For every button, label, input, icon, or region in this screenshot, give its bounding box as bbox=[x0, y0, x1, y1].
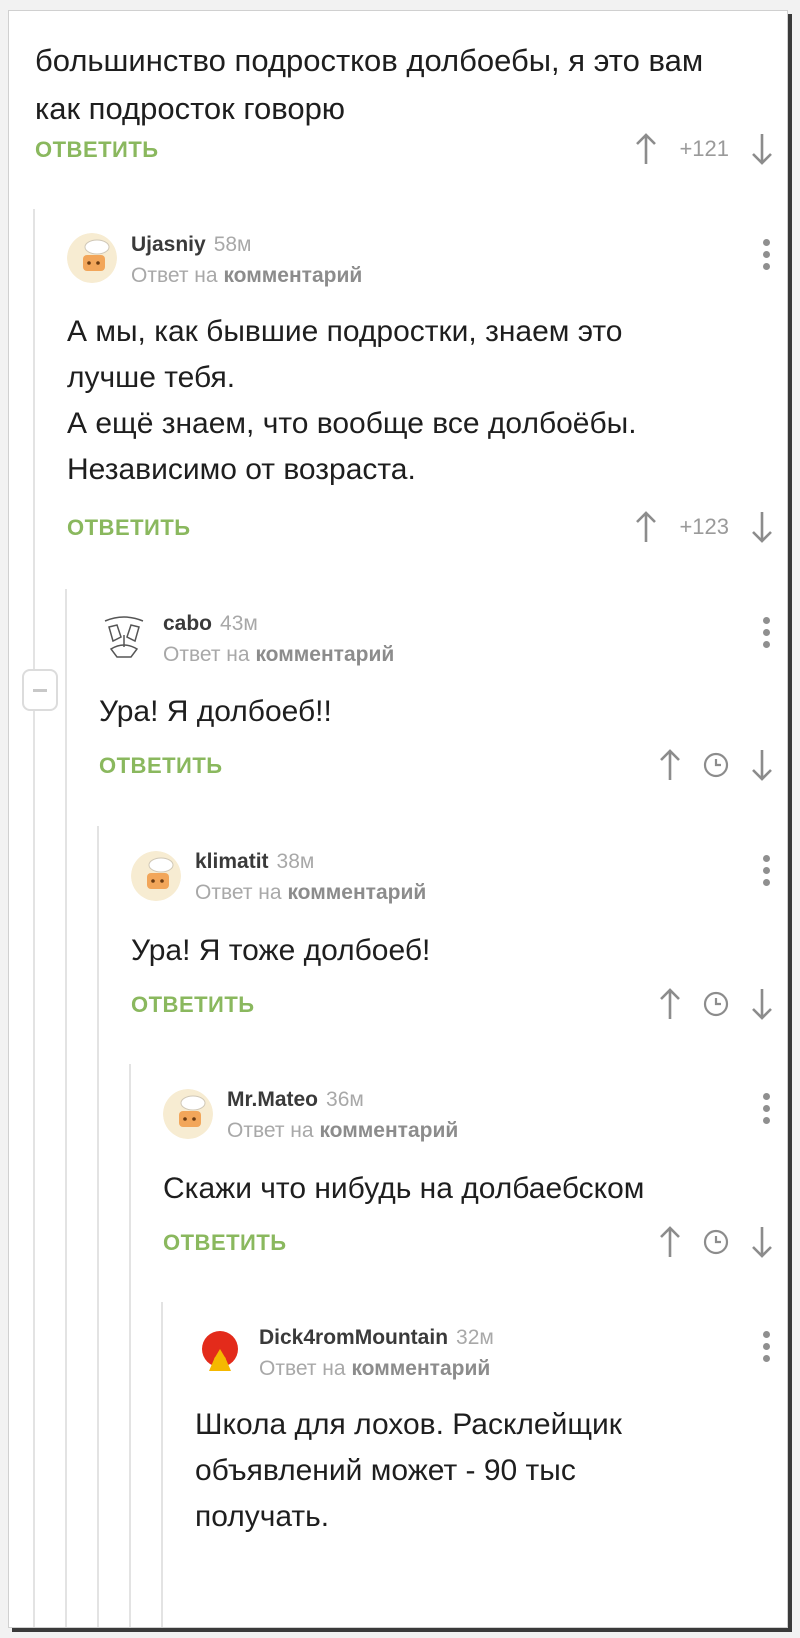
comment-time: 36м bbox=[326, 1088, 364, 1111]
author-name[interactable]: cabo 43м bbox=[163, 612, 258, 636]
thread-line bbox=[129, 1064, 131, 1627]
downvote-arrow-icon[interactable] bbox=[751, 748, 773, 782]
reply-to-info: Ответ на комментарий bbox=[259, 1357, 491, 1380]
vote-controls bbox=[659, 745, 773, 785]
sketch-face-avatar-icon[interactable] bbox=[99, 611, 149, 661]
reply-to-link[interactable]: комментарий bbox=[287, 881, 426, 904]
chef-hat-avatar-icon[interactable] bbox=[163, 1089, 213, 1139]
reply-to-info: Ответ на комментарий bbox=[195, 881, 427, 904]
thread-line bbox=[161, 1302, 163, 1627]
author-name[interactable]: klimatit 38м bbox=[195, 850, 314, 874]
reply-to-link[interactable]: комментарий bbox=[319, 1119, 458, 1142]
clock-icon bbox=[703, 752, 729, 778]
reply-to-link[interactable]: комментарий bbox=[223, 264, 362, 287]
thread-line bbox=[33, 209, 35, 1627]
comment-text: Школа для лохов. Расклейщик объявлений м… bbox=[195, 1408, 622, 1533]
thread-line bbox=[65, 589, 67, 1627]
upvote-arrow-icon[interactable] bbox=[659, 987, 681, 1021]
reply-button[interactable]: ОТВЕТИТЬ bbox=[131, 992, 255, 1018]
author-name[interactable]: Mr.Mateo 36м bbox=[227, 1088, 364, 1112]
vote-controls: +121 bbox=[635, 129, 773, 169]
reply-button[interactable]: ОТВЕТИТЬ bbox=[67, 515, 191, 541]
comment-text: Скажи что нибудь на долбаебском bbox=[163, 1172, 645, 1205]
downvote-arrow-icon[interactable] bbox=[751, 132, 773, 166]
author-name[interactable]: Ujasniy 58м bbox=[131, 233, 252, 257]
chef-hat-avatar-icon[interactable] bbox=[67, 233, 117, 283]
comment-text: Ура! Я тоже долбоеб! bbox=[131, 934, 431, 967]
downvote-arrow-icon[interactable] bbox=[751, 1225, 773, 1259]
comment-thread-card: большинство подростков долбоебы, я это в… bbox=[8, 10, 788, 1628]
reply-button[interactable]: ОТВЕТИТЬ bbox=[35, 137, 159, 163]
reply-to-info: Ответ на комментарий bbox=[163, 643, 395, 666]
reply-to-info: Ответ на комментарий bbox=[227, 1119, 459, 1142]
vote-controls bbox=[659, 1222, 773, 1262]
clock-icon bbox=[703, 1229, 729, 1255]
reply-to-link[interactable]: комментарий bbox=[255, 643, 394, 666]
more-options-icon[interactable] bbox=[761, 1331, 771, 1367]
chef-hat-avatar-icon[interactable] bbox=[131, 851, 181, 901]
reply-button[interactable]: ОТВЕТИТЬ bbox=[99, 753, 223, 779]
vote-controls bbox=[659, 984, 773, 1024]
reply-to-info: Ответ на комментарий bbox=[131, 264, 363, 287]
upvote-arrow-icon[interactable] bbox=[635, 510, 657, 544]
more-options-icon[interactable] bbox=[761, 1093, 771, 1129]
more-options-icon[interactable] bbox=[761, 239, 771, 275]
thread-line bbox=[97, 826, 99, 1627]
more-options-icon[interactable] bbox=[761, 617, 771, 653]
comment-time: 58м bbox=[213, 233, 252, 256]
author-name[interactable]: Dick4romMountain 32м bbox=[259, 1326, 494, 1350]
reply-to-link[interactable]: комментарий bbox=[351, 1357, 490, 1380]
comment-text: большинство подростков долбоебы, я это в… bbox=[35, 43, 704, 126]
comment-time: 32м bbox=[456, 1326, 494, 1349]
upvote-arrow-icon[interactable] bbox=[659, 748, 681, 782]
vote-controls: +123 bbox=[635, 507, 773, 547]
collapse-thread-button[interactable] bbox=[22, 669, 58, 711]
downvote-arrow-icon[interactable] bbox=[751, 987, 773, 1021]
upvote-arrow-icon[interactable] bbox=[635, 132, 657, 166]
more-options-icon[interactable] bbox=[761, 855, 771, 891]
comment-time: 43м bbox=[220, 612, 258, 635]
comment-text: Ура! Я долбоеб!! bbox=[99, 695, 332, 728]
upvote-arrow-icon[interactable] bbox=[659, 1225, 681, 1259]
comment-time: 38м bbox=[276, 850, 315, 873]
red-volcano-avatar-icon[interactable] bbox=[195, 1327, 245, 1377]
rating-value: +123 bbox=[679, 514, 729, 539]
reply-button[interactable]: ОТВЕТИТЬ bbox=[163, 1230, 287, 1256]
clock-icon bbox=[703, 991, 729, 1017]
rating-value: +121 bbox=[679, 136, 729, 161]
downvote-arrow-icon[interactable] bbox=[751, 510, 773, 544]
comment-text: А мы, как бывшие подростки, знаем это лу… bbox=[67, 315, 637, 486]
